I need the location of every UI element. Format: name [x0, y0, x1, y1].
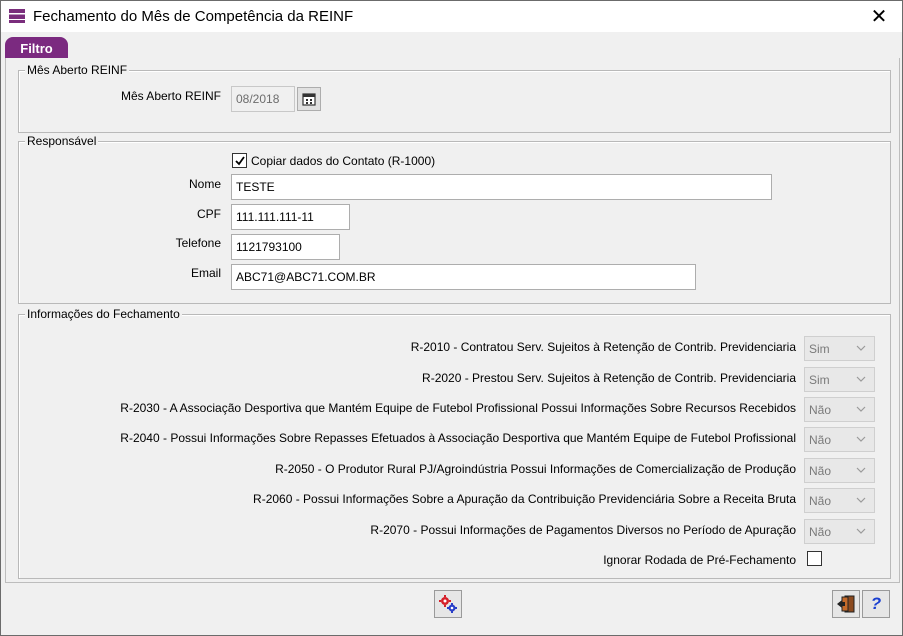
- group-responsavel: Responsável Copiar dados do Contato (R-1…: [18, 134, 891, 304]
- help-button[interactable]: ?: [862, 590, 890, 618]
- chevron-down-icon: [856, 467, 866, 473]
- r2040-label: R-2040 - Possui Informações Sobre Repass…: [120, 431, 796, 445]
- ignorar-label: Ignorar Rodada de Pré-Fechamento: [603, 553, 796, 567]
- dialog-window: Fechamento do Mês de Competência da REIN…: [0, 0, 903, 636]
- tab-filtro[interactable]: Filtro: [5, 37, 68, 59]
- group-title-fechamento: Informações do Fechamento: [25, 307, 182, 321]
- r2070-value: Não: [809, 524, 832, 539]
- chevron-down-icon: [856, 345, 866, 351]
- r2040-value: Não: [809, 432, 832, 447]
- r2010-label: R-2010 - Contratou Serv. Sujeitos à Rete…: [410, 340, 796, 354]
- r2030-label: R-2030 - A Associação Desportiva que Man…: [120, 401, 796, 415]
- r2050-label: R-2050 - O Produtor Rural PJ/Agroindústr…: [275, 462, 796, 476]
- title-bar: Fechamento do Mês de Competência da REIN…: [1, 1, 902, 32]
- copiar-dados-label: Copiar dados do Contato (R-1000): [251, 154, 436, 168]
- email-label: Email: [190, 266, 221, 280]
- r2050-value: Não: [809, 463, 832, 478]
- group-title-responsavel: Responsável: [25, 134, 99, 148]
- r2060-select[interactable]: Não: [804, 488, 875, 513]
- telefone-label: Telefone: [175, 236, 221, 250]
- chevron-down-icon: [856, 436, 866, 442]
- chevron-down-icon: [856, 528, 866, 534]
- mes-aberto-field[interactable]: 08/2018: [231, 86, 295, 112]
- cpf-label: CPF: [197, 207, 221, 221]
- r2020-select[interactable]: Sim: [804, 367, 875, 392]
- r2030-select[interactable]: Não: [804, 397, 875, 422]
- calendar-icon: [302, 93, 316, 106]
- nome-label: Nome: [188, 177, 221, 191]
- r2020-label: R-2020 - Prestou Serv. Sujeitos à Retenç…: [422, 371, 796, 385]
- checkmark-icon: [234, 155, 245, 165]
- execute-gears-icon: [439, 595, 457, 613]
- group-title-mes-aberto: Mês Aberto REINF: [25, 63, 130, 77]
- cpf-field[interactable]: 111.111.111-11: [231, 204, 350, 230]
- r2070-select[interactable]: Não: [804, 519, 875, 544]
- ignorar-checkbox[interactable]: [807, 551, 822, 566]
- nome-field[interactable]: TESTE: [231, 174, 772, 200]
- exit-button[interactable]: [832, 590, 860, 618]
- close-button[interactable]: ✕: [856, 1, 902, 32]
- r2020-value: Sim: [809, 372, 830, 387]
- calendar-button[interactable]: [297, 87, 321, 111]
- group-mes-aberto: Mês Aberto REINF Mês Aberto REINF 08/201…: [18, 63, 891, 133]
- r2060-value: Não: [809, 493, 832, 508]
- r2030-value: Não: [809, 402, 832, 417]
- tab-content: Mês Aberto REINF Mês Aberto REINF 08/201…: [5, 58, 900, 583]
- r2070-label: R-2070 - Possui Informações de Pagamento…: [370, 523, 796, 537]
- email-field[interactable]: ABC71@ABC71.COM.BR: [231, 264, 696, 290]
- r2050-select[interactable]: Não: [804, 458, 875, 483]
- chevron-down-icon: [856, 406, 866, 412]
- app-icon: [9, 9, 25, 23]
- help-icon: ?: [870, 594, 882, 613]
- mes-aberto-label: Mês Aberto REINF: [120, 89, 221, 103]
- telefone-field[interactable]: 1121793100: [231, 234, 340, 260]
- chevron-down-icon: [856, 497, 866, 503]
- r2010-value: Sim: [809, 341, 830, 356]
- r2040-select[interactable]: Não: [804, 427, 875, 452]
- tab-strip: Filtro: [1, 32, 902, 59]
- window-title: Fechamento do Mês de Competência da REIN…: [33, 8, 354, 25]
- copiar-dados-checkbox[interactable]: [232, 153, 247, 168]
- group-fechamento: Informações do Fechamento R-2010 - Contr…: [18, 307, 891, 579]
- execute-button[interactable]: [434, 590, 462, 618]
- chevron-down-icon: [856, 376, 866, 382]
- r2060-label: R-2060 - Possui Informações Sobre a Apur…: [253, 492, 796, 506]
- exit-door-icon: [837, 595, 855, 613]
- r2010-select[interactable]: Sim: [804, 336, 875, 361]
